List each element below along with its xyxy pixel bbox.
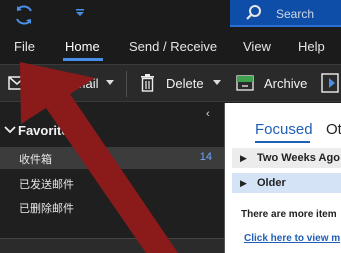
folder-deleted[interactable]: 已删除邮件 [0,196,224,218]
chevron-down-icon[interactable] [213,80,221,86]
delete-button[interactable]: Delete [134,65,226,102]
tab-send-receive[interactable]: Send / Receive [129,39,217,54]
delete-label: Delete [166,76,204,91]
archive-label: Archive [264,76,308,91]
tab-view[interactable]: View [243,39,271,54]
archive-button[interactable]: Archive [234,65,312,102]
group-header-older[interactable]: ▶ Older [232,173,341,193]
chevron-down-icon[interactable] [4,126,16,134]
tab-home[interactable]: Home [65,39,100,54]
tab-focused[interactable]: Focused [255,121,313,138]
folder-inbox[interactable]: 收件箱 14 [0,147,224,169]
more-items-notice: There are more item [241,209,337,220]
folder-label: 已发送邮件 [19,179,74,191]
folder-pane-footer [0,238,224,253]
ribbon-tabs: File Home Send / Receive View Help [0,30,341,64]
folder-label: 已删除邮件 [19,203,74,215]
command-bar: Email Delete Archive [0,64,341,102]
group-header-two-weeks-ago[interactable]: ▶ Two Weeks Ago [232,148,341,168]
chevron-right-icon: ▶ [240,153,247,163]
chevron-down-icon[interactable] [106,80,114,86]
chevron-down-icon[interactable] [74,8,86,18]
trash-icon [141,74,154,92]
search-icon [246,5,261,20]
search-input[interactable]: Search [230,0,341,27]
divider [126,71,127,97]
message-list: Focused Ot ▶ Two Weeks Ago ▶ Older There… [224,103,341,253]
move-icon[interactable] [320,71,341,95]
new-email-button[interactable]: Email [0,65,124,102]
archive-icon [236,75,254,91]
tab-other[interactable]: Ot [326,121,341,138]
new-email-label: Email [66,76,99,91]
search-placeholder: Search [276,7,315,21]
collapse-pane-icon[interactable]: ‹ [206,108,210,120]
active-tab-indicator [63,58,103,61]
folder-label: 收件箱 [19,154,52,166]
folder-sent[interactable]: 已发送邮件 [0,172,224,194]
group-label: Two Weeks Ago [257,152,340,164]
sync-icon[interactable] [12,3,36,27]
favorites-header[interactable]: Favorites [18,123,76,138]
tab-file[interactable]: File [14,39,35,54]
view-more-link[interactable]: Click here to view m [244,233,340,244]
title-bar: Search [0,0,341,30]
chevron-right-icon: ▶ [240,178,247,188]
group-label: Older [257,177,286,189]
focused-tab-indicator [255,141,310,143]
envelope-icon [8,76,26,90]
unread-count: 14 [199,151,212,163]
tab-help[interactable]: Help [298,39,325,54]
